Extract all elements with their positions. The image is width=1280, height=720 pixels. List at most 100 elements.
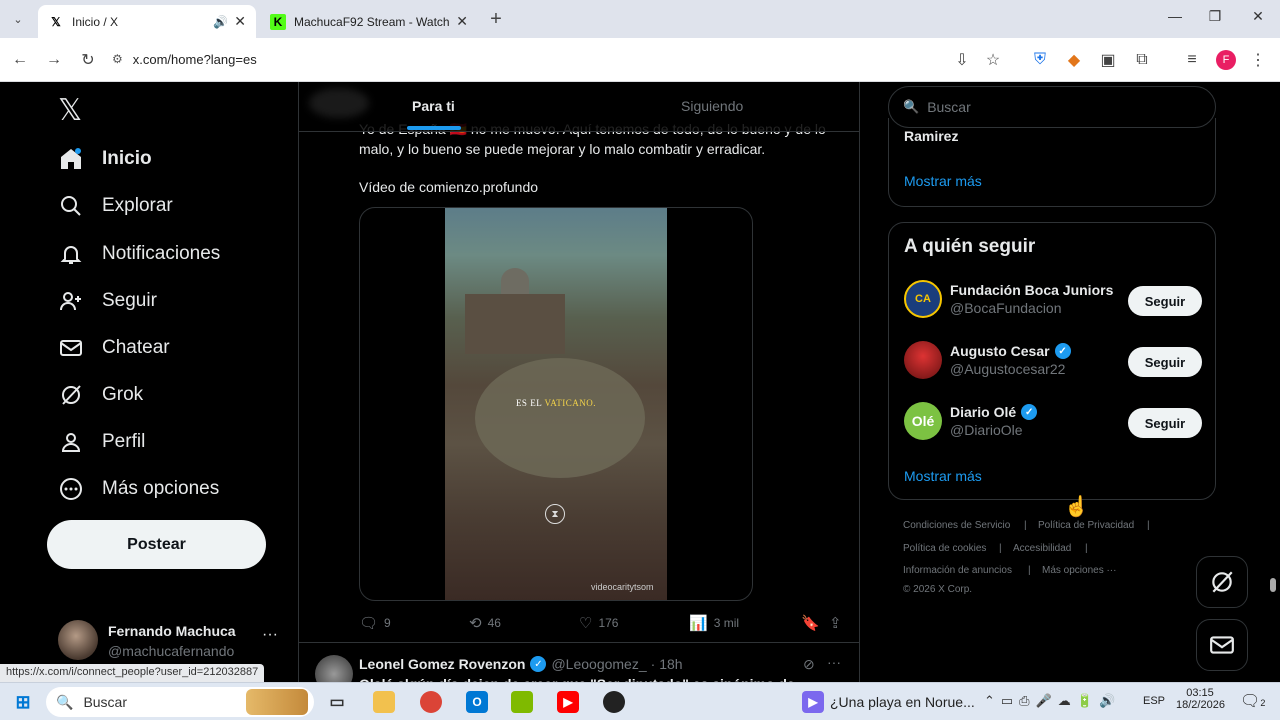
share-icon: ⇪	[829, 615, 842, 632]
grok-icon	[58, 382, 84, 408]
search-icon: 🔍	[903, 99, 920, 114]
media-control-icon[interactable]: ≡	[1180, 48, 1204, 72]
more-dots-icon[interactable]: ···	[262, 626, 278, 644]
clock[interactable]: 03:15 18/2/2026	[1176, 687, 1225, 711]
nav-label: Notificaciones	[102, 243, 221, 264]
profile-avatar[interactable]: F	[1216, 50, 1236, 70]
media-player-icon[interactable]: ▶	[802, 691, 824, 713]
tab-siguiendo[interactable]: Siguiendo	[681, 98, 743, 114]
bookmark-star-icon[interactable]: ☆	[981, 48, 1005, 72]
footer-link[interactable]: Condiciones de Servicio	[903, 520, 1010, 531]
tab-inicio[interactable]: 𝕏 Inicio / X 🔊 ✕	[38, 5, 256, 38]
reload-icon[interactable]: ↻	[76, 48, 100, 72]
tab-para-ti[interactable]: Para ti	[412, 98, 455, 114]
post-button[interactable]: Postear	[47, 520, 266, 569]
notification-icon[interactable]: 🗨2	[1240, 691, 1265, 711]
reply-button[interactable]: 🗨 9	[359, 614, 391, 632]
outlook-icon[interactable]: O	[466, 691, 488, 713]
menu-dots-icon[interactable]: ⋮	[1246, 48, 1270, 72]
speaker-icon[interactable]: 🔊	[213, 15, 228, 29]
footer-link[interactable]: Política de cookies	[903, 543, 986, 554]
nav-explorar[interactable]: Explorar	[58, 193, 173, 219]
tab-title: Inicio / X	[72, 14, 119, 29]
repost-button[interactable]: ⟲ 46	[469, 614, 501, 632]
verified-icon: ✓	[1054, 343, 1071, 359]
suggestion-handle: @Augustocesar22	[950, 361, 1066, 377]
store-icon[interactable]	[511, 691, 533, 713]
post-video[interactable]: ES EL VATICANO. ⧗ videocaritytsom	[359, 207, 753, 601]
scrollbar[interactable]	[1266, 82, 1280, 682]
tray-icons[interactable]: ⌃▭⎙🎤☁🔋🔊	[984, 693, 1121, 709]
task-view-icon[interactable]: ▭	[326, 691, 348, 713]
extension-shield-icon[interactable]: ⛨	[1028, 48, 1052, 72]
footer-link[interactable]: Más opciones ···	[1042, 565, 1116, 576]
mail-icon	[58, 335, 84, 361]
share-button[interactable]: ⇪	[829, 614, 848, 632]
close-tab-icon[interactable]: ✕	[456, 13, 468, 30]
install-app-icon[interactable]: ⇩	[950, 48, 974, 72]
windows-start-icon[interactable]: ⊞	[12, 691, 34, 713]
grok-icon[interactable]: ⊘	[803, 656, 815, 673]
footer-link[interactable]: Información de anuncios	[903, 565, 1012, 576]
windows-taskbar: ⊞ 🔍 Buscar ▭ O ▶ ▶ ¿Una playa en Norue..…	[0, 682, 1280, 720]
ole-logo-icon: Olé	[904, 402, 942, 440]
messages-fab[interactable]	[1196, 619, 1248, 671]
back-icon[interactable]: ←	[8, 48, 32, 72]
tab-stream[interactable]: K MachucaF92 Stream - Watch Li ✕	[260, 5, 478, 38]
video-caption: ES EL VATICANO.	[515, 398, 597, 408]
suggestion-boca[interactable]: CA Fundación Boca Juniors @BocaFundacion …	[904, 280, 1202, 318]
watermark: videocaritytsom	[591, 582, 654, 592]
like-button[interactable]: ♡ 176	[579, 614, 618, 632]
bookmark-button[interactable]: 🔖	[801, 614, 826, 632]
chrome-icon[interactable]	[420, 691, 442, 713]
nav-perfil[interactable]: Perfil	[58, 429, 145, 455]
nav-chatear[interactable]: Chatear	[58, 335, 170, 361]
address-bar[interactable]: ⚙ x.com/home?lang=es	[112, 44, 1012, 74]
nav-notificaciones[interactable]: Notificaciones	[58, 241, 220, 267]
file-explorer-icon[interactable]	[373, 691, 395, 713]
puzzle-icon[interactable]: ⧉	[1130, 48, 1154, 72]
nav-inicio[interactable]: Inicio	[58, 146, 152, 172]
x-logo-icon[interactable]: 𝕏	[58, 93, 82, 128]
close-tab-icon[interactable]: ✕	[234, 13, 246, 30]
follow-button[interactable]: Seguir	[1128, 286, 1202, 316]
search-input[interactable]: 🔍 Buscar	[888, 86, 1216, 128]
suggestion-ole[interactable]: Olé Diario Olé ✓ @DiarioOle Seguir	[904, 402, 1202, 440]
loading-icon: ⧗	[545, 504, 565, 524]
blurred-avatar	[309, 88, 369, 118]
show-more-link[interactable]: Mostrar más	[904, 468, 982, 484]
nav-grok[interactable]: Grok	[58, 382, 143, 408]
site-info-icon[interactable]: ⚙	[112, 52, 123, 66]
obs-icon[interactable]	[603, 691, 625, 713]
nav-label: Chatear	[102, 337, 170, 358]
x-logo-icon: 𝕏	[51, 14, 61, 29]
youtube-icon[interactable]: ▶	[557, 691, 579, 713]
restore-icon[interactable]: ❐	[1200, 8, 1230, 25]
new-tab-icon[interactable]: +	[484, 7, 508, 31]
language-indicator[interactable]: ESP	[1143, 695, 1165, 707]
media-title[interactable]: ¿Una playa en Norue...	[830, 694, 975, 710]
minimize-icon[interactable]: —	[1160, 8, 1190, 24]
views-button[interactable]: 📊 3 mil	[689, 614, 739, 632]
follow-button[interactable]: Seguir	[1128, 408, 1202, 438]
grok-fab[interactable]	[1196, 556, 1248, 608]
more-dots-icon[interactable]: ···	[827, 654, 841, 670]
extension-icon[interactable]: ▣	[1096, 48, 1120, 72]
footer-link[interactable]: Accesibilidad	[1013, 543, 1071, 554]
tab-search-icon[interactable]: ⌄	[6, 7, 30, 31]
taskbar-search[interactable]: 🔍 Buscar	[46, 687, 314, 717]
account-switcher[interactable]: Fernando Machuca @machucafernando ···	[58, 620, 286, 662]
nav-mas-opciones[interactable]: Más opciones	[58, 476, 219, 502]
suggestion-augusto[interactable]: Augusto Cesar ✓ @Augustocesar22 Seguir	[904, 341, 1202, 379]
follow-button[interactable]: Seguir	[1128, 347, 1202, 377]
grok-icon	[1212, 571, 1233, 593]
show-more-link[interactable]: Mostrar más	[904, 173, 982, 189]
metamask-icon[interactable]: ◆	[1062, 48, 1086, 72]
footer-link[interactable]: Política de Privacidad	[1038, 520, 1134, 531]
forward-icon[interactable]: →	[42, 48, 66, 72]
reply-icon: 🗨	[359, 615, 379, 632]
close-window-icon[interactable]: ✕	[1243, 8, 1273, 25]
suggestion-name: Augusto Cesar	[950, 343, 1050, 359]
scrollbar-thumb[interactable]	[1270, 578, 1276, 592]
nav-seguir[interactable]: Seguir	[58, 288, 157, 314]
